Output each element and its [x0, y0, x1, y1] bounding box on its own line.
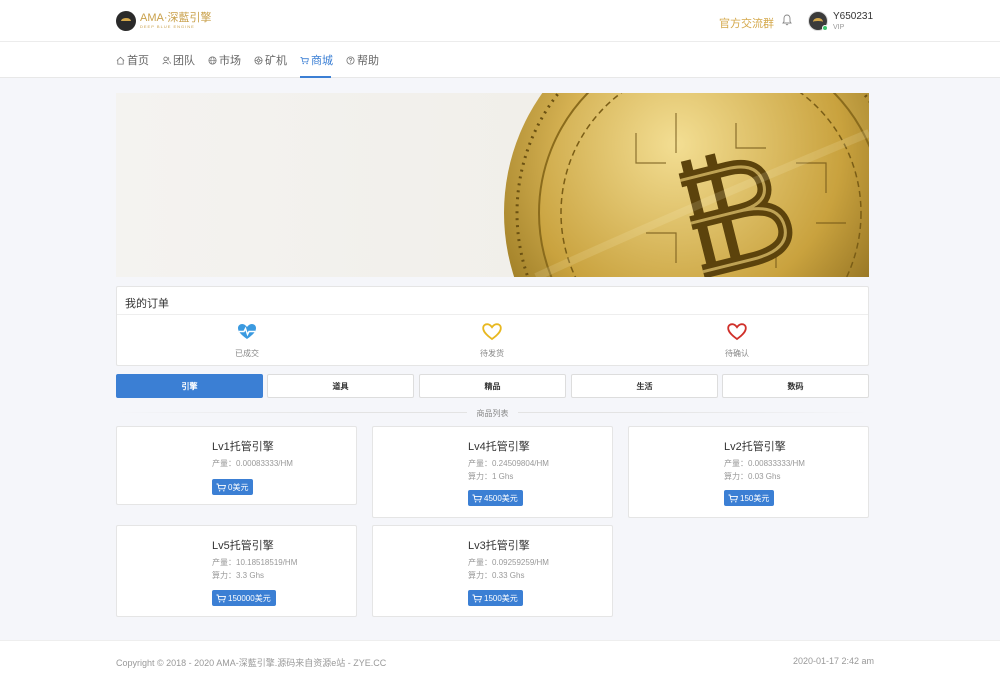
price-label: 1500美元 — [484, 593, 518, 603]
tab-life[interactable]: 生活 — [571, 374, 718, 398]
order-status-completed[interactable]: 已成交 — [197, 323, 297, 359]
datetime-text: 2020-01-17 2:42 am — [793, 656, 875, 666]
buy-button[interactable]: 4500美元 — [468, 490, 523, 506]
product-card[interactable]: Lv3托管引擎 产量：0.09259259/HM 算力：0.33 Ghs 150… — [372, 525, 613, 617]
username[interactable]: Y650231 — [833, 11, 873, 22]
banner-image — [116, 93, 869, 277]
product-card[interactable]: Lv1托管引擎 产量：0.00083333/HM 0美元 — [116, 426, 357, 505]
order-status-label: 待发货 — [480, 349, 504, 358]
product-output: 产量：0.09259259/HM — [468, 558, 549, 567]
cart-icon — [472, 594, 482, 602]
main-nav: 首页 团队 市场 矿机 商城 帮助 — [0, 42, 1000, 78]
product-output: 产量：0.24509804/HM — [468, 459, 549, 468]
product-card[interactable]: Lv4托管引擎 产量：0.24509804/HM 算力：1 Ghs 4500美元 — [372, 426, 613, 518]
users-icon — [162, 56, 171, 64]
logo-subtitle: DEEP BLUE ENGINE — [140, 24, 195, 29]
tab-props[interactable]: 道具 — [267, 374, 414, 398]
heart-outline-icon — [727, 323, 747, 341]
product-name: Lv3托管引擎 — [468, 540, 530, 552]
active-nav-indicator — [300, 76, 331, 78]
product-name: Lv1托管引擎 — [212, 441, 274, 453]
order-status-pending-confirm[interactable]: 待确认 — [687, 323, 787, 359]
globe-icon — [208, 55, 217, 65]
nav-item-help[interactable]: 帮助 — [346, 53, 379, 67]
product-output: 产量：0.00083333/HM — [212, 459, 293, 468]
logo-title: AMA·深藍引擎 — [140, 12, 212, 24]
nav-item-miner[interactable]: 矿机 — [254, 53, 287, 67]
cart-icon — [472, 494, 482, 502]
divider — [117, 314, 868, 315]
nav-label: 首页 — [127, 55, 149, 67]
nav-item-team[interactable]: 团队 — [162, 53, 195, 67]
order-status-label: 待确认 — [725, 349, 749, 358]
buy-button[interactable]: 150美元 — [724, 490, 775, 506]
order-status-pending-shipment[interactable]: 待发货 — [442, 323, 542, 359]
product-hashrate: 算力：3.3 Ghs — [212, 571, 265, 580]
user-level-badge: VIP — [833, 24, 845, 31]
cart-icon — [300, 56, 309, 64]
copyright-text: Copyright © 2018 - 2020 AMA-深藍引擎.源码来自资源e… — [116, 658, 387, 668]
tab-premium[interactable]: 精品 — [419, 374, 566, 398]
nav-label: 商城 — [311, 55, 333, 67]
order-status-label: 已成交 — [235, 349, 259, 358]
heartbeat-icon — [238, 324, 256, 339]
bitcoin-coin-image — [504, 93, 869, 277]
orders-title: 我的订单 — [125, 298, 169, 310]
price-label: 0美元 — [228, 482, 249, 492]
heart-outline-icon — [482, 323, 502, 341]
product-hashrate: 算力：0.03 Ghs — [724, 472, 781, 481]
product-name: Lv4托管引擎 — [468, 441, 530, 453]
section-title: 商品列表 — [467, 408, 518, 419]
product-name: Lv5托管引擎 — [212, 540, 274, 552]
nav-label: 帮助 — [357, 55, 379, 67]
tab-engine[interactable]: 引擎 — [116, 374, 263, 398]
logo-icon — [116, 11, 136, 31]
product-output: 产量：10.18518519/HM — [212, 558, 298, 567]
product-card[interactable]: Lv2托管引擎 产量：0.00833333/HM 算力：0.03 Ghs 150… — [628, 426, 869, 518]
nav-label: 矿机 — [265, 55, 287, 67]
tab-digital[interactable]: 数码 — [722, 374, 869, 398]
help-icon — [346, 55, 355, 65]
home-icon — [116, 56, 125, 65]
nav-label: 市场 — [219, 55, 241, 67]
cart-icon — [216, 483, 226, 491]
my-orders-panel: 我的订单 已成交 待发货 待确认 — [116, 286, 869, 366]
product-output: 产量：0.00833333/HM — [724, 459, 805, 468]
price-label: 150美元 — [740, 493, 770, 503]
price-label: 4500美元 — [484, 493, 518, 503]
top-bar: AMA·深藍引擎 DEEP BLUE ENGINE 官方交流群 Y650231 … — [0, 0, 1000, 42]
product-card[interactable]: Lv5托管引擎 产量：10.18518519/HM 算力：3.3 Ghs 150… — [116, 525, 357, 617]
cart-icon — [216, 594, 226, 602]
online-status-dot — [822, 25, 828, 31]
product-name: Lv2托管引擎 — [724, 441, 786, 453]
logo[interactable]: AMA·深藍引擎 DEEP BLUE ENGINE — [116, 9, 212, 33]
official-group-link[interactable]: 官方交流群 — [719, 15, 774, 31]
miner-icon — [254, 55, 263, 65]
category-tabs: 引擎 道具 精品 生活 数码 — [116, 374, 869, 398]
nav-item-market[interactable]: 市场 — [208, 53, 241, 67]
buy-button[interactable]: 0美元 — [212, 479, 254, 495]
nav-item-shop[interactable]: 商城 — [300, 53, 333, 67]
buy-button[interactable]: 150000美元 — [212, 590, 276, 606]
buy-button[interactable]: 1500美元 — [468, 590, 523, 606]
nav-item-home[interactable]: 首页 — [116, 53, 149, 67]
footer: Copyright © 2018 - 2020 AMA-深藍引擎.源码来自资源e… — [0, 640, 1000, 673]
cart-icon — [728, 494, 738, 502]
price-label: 150000美元 — [228, 593, 271, 603]
product-hashrate: 算力：1 Ghs — [468, 472, 514, 481]
nav-label: 团队 — [173, 55, 195, 67]
product-hashrate: 算力：0.33 Ghs — [468, 571, 525, 580]
bell-icon[interactable] — [782, 14, 792, 26]
